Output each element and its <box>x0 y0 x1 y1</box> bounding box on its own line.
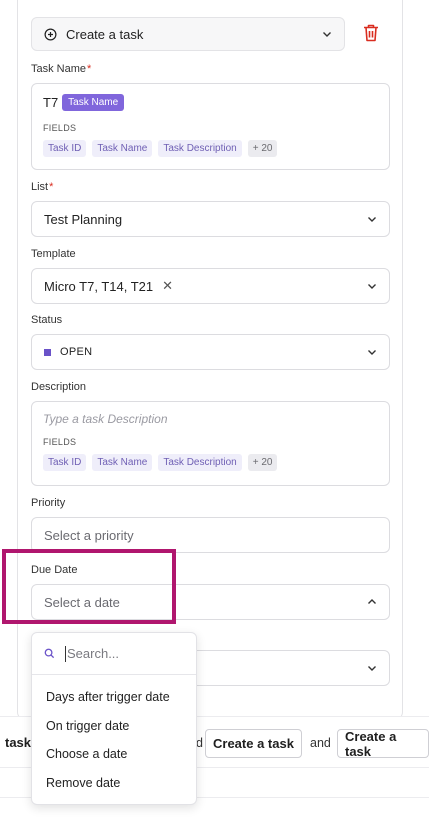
chevron-down-icon <box>368 350 376 355</box>
template-label: Template <box>31 248 76 260</box>
create-task-chip-2[interactable]: Create a task <box>337 729 429 759</box>
field-chip-task-description[interactable]: Task Description <box>158 454 242 471</box>
trash-icon[interactable] <box>362 23 380 43</box>
flow-connector-partial: d <box>196 736 203 750</box>
chevron-down-icon <box>368 284 376 289</box>
status-value: OPEN <box>60 346 93 358</box>
option-days-after-trigger[interactable]: Days after trigger date <box>32 683 196 712</box>
flow-text-fragment: task <box>5 735 32 750</box>
list-value: Test Planning <box>44 211 123 227</box>
dropdown-search[interactable]: Search... <box>32 633 196 675</box>
task-name-label: Task Name* <box>31 63 91 75</box>
status-label: Status <box>31 314 63 326</box>
due-date-placeholder: Select a date <box>44 594 120 610</box>
text-cursor <box>65 645 66 662</box>
chevron-down-icon <box>323 32 331 37</box>
required-mark: * <box>87 63 92 75</box>
due-date-label: Due Date <box>31 564 78 576</box>
task-name-value: T7 <box>43 95 59 110</box>
field-chip-more[interactable]: + 20 <box>247 140 278 157</box>
option-remove-date[interactable]: Remove date <box>32 769 196 798</box>
list-select[interactable]: Test Planning <box>31 201 390 237</box>
search-icon <box>44 648 55 659</box>
field-chip-task-id[interactable]: Task ID <box>43 140 87 157</box>
option-choose-date[interactable]: Choose a date <box>32 740 196 769</box>
action-type-select[interactable]: Create a task <box>31 17 345 51</box>
status-select[interactable]: OPEN <box>31 334 390 370</box>
field-chips: Task ID Task Name Task Description + 20 <box>43 454 378 471</box>
list-label-text: List <box>31 181 49 193</box>
required-mark: * <box>49 181 54 193</box>
template-value: Micro T7, T14, T21 <box>44 278 154 294</box>
clear-template-icon[interactable]: ✕ <box>162 278 173 294</box>
field-chip-task-name[interactable]: Task Name <box>92 454 153 471</box>
chevron-up-icon <box>368 599 376 604</box>
chevron-down-icon <box>368 217 376 222</box>
description-field[interactable]: Type a task Description FIELDS Task ID T… <box>31 401 390 486</box>
search-input[interactable]: Search... <box>67 646 119 661</box>
fields-title: FIELDS <box>43 123 77 133</box>
action-type-label: Create a task <box>66 26 144 42</box>
field-chip-more[interactable]: + 20 <box>247 454 278 471</box>
chevron-down-icon <box>368 666 376 671</box>
option-on-trigger-date[interactable]: On trigger date <box>32 712 196 741</box>
task-name-token[interactable]: Task Name <box>62 94 125 111</box>
priority-select[interactable]: Select a priority <box>31 517 390 553</box>
field-chips: Task ID Task Name Task Description + 20 <box>43 140 378 157</box>
create-task-chip-1[interactable]: Create a task <box>205 729 302 758</box>
due-date-dropdown: Search... Days after trigger date On tri… <box>31 632 197 805</box>
field-chip-task-description[interactable]: Task Description <box>158 140 242 157</box>
field-chip-task-name[interactable]: Task Name <box>92 140 153 157</box>
list-label: List* <box>31 181 53 193</box>
description-label: Description <box>31 381 87 393</box>
field-chip-task-id[interactable]: Task ID <box>43 454 87 471</box>
priority-placeholder: Select a priority <box>44 527 134 543</box>
flow-connector: and <box>310 736 331 750</box>
task-name-label-text: Task Name <box>31 63 87 75</box>
due-date-select[interactable]: Select a date <box>31 584 390 620</box>
status-color-indicator <box>44 348 51 356</box>
fields-title: FIELDS <box>43 437 77 447</box>
template-select[interactable]: Micro T7, T14, T21 ✕ <box>31 268 390 304</box>
task-name-field[interactable]: T7 Task Name FIELDS Task ID Task Name Ta… <box>31 83 390 170</box>
priority-label: Priority <box>31 497 66 509</box>
description-placeholder: Type a task Description <box>43 412 168 426</box>
plus-circle-icon <box>44 28 57 40</box>
